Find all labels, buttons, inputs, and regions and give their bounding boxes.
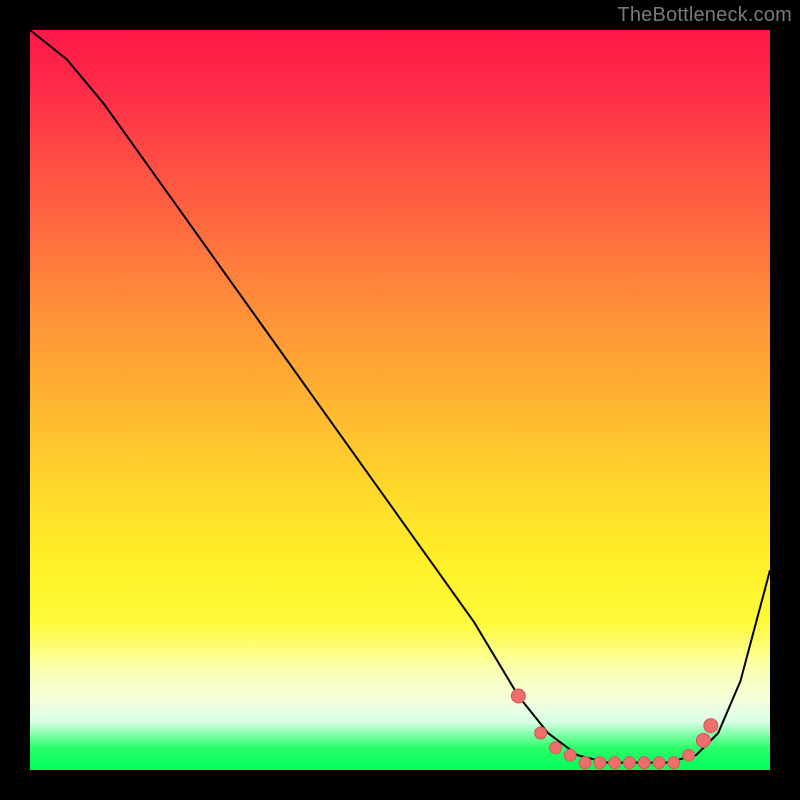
optimal-dot	[594, 757, 606, 769]
optimal-dot	[696, 733, 710, 747]
optimal-zone-dots	[30, 30, 770, 770]
optimal-dot	[704, 719, 718, 733]
optimal-dot	[623, 757, 635, 769]
optimal-dot	[638, 757, 650, 769]
optimal-dot	[609, 757, 621, 769]
optimal-dot	[579, 757, 591, 769]
attribution-text: TheBottleneck.com	[617, 4, 792, 27]
chart-container: TheBottleneck.com	[0, 0, 800, 800]
optimal-dot	[535, 727, 547, 739]
optimal-dot	[683, 749, 695, 761]
optimal-dot	[668, 757, 680, 769]
optimal-dot	[511, 689, 525, 703]
optimal-dot	[653, 757, 665, 769]
optimal-dot	[564, 749, 576, 761]
optimal-dot	[549, 742, 561, 754]
